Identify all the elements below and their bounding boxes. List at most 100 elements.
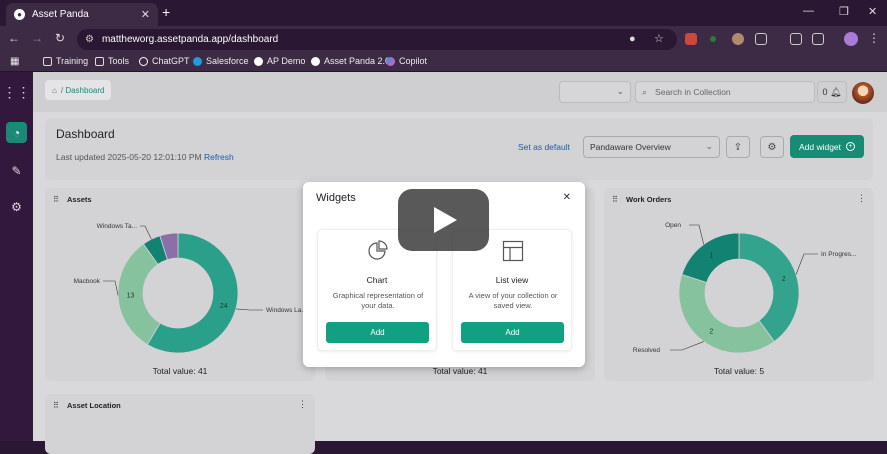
bookmark-label: AP Demo bbox=[267, 56, 306, 66]
salesforce-icon bbox=[193, 56, 202, 66]
data-label: 2 bbox=[709, 329, 713, 336]
browser-toolbar: ← → ↻ ⚙ mattheworg.assetpanda.app/dashbo… bbox=[0, 26, 887, 52]
set-default-link[interactable]: Set as default bbox=[518, 142, 570, 152]
copilot-icon bbox=[386, 56, 395, 66]
panda-icon: ● bbox=[14, 9, 25, 20]
bell-icon: 🔔︎ bbox=[830, 86, 842, 97]
close-tab-icon[interactable]: ✕ bbox=[141, 8, 150, 21]
breadcrumb-separator: / bbox=[60, 85, 64, 95]
bookmarks-bar: ▦ Training Tools ChatGPT Salesforce AP D… bbox=[0, 52, 887, 72]
url-text: mattheworg.assetpanda.app/dashboard bbox=[101, 34, 279, 45]
bookmark-label: Training bbox=[56, 56, 89, 66]
profile-avatar-icon[interactable] bbox=[844, 32, 858, 46]
last-updated: Last updated 2025-05-20 12:01:10 PM Refr… bbox=[56, 152, 234, 162]
back-icon[interactable]: ← bbox=[6, 31, 22, 45]
add-widget-button[interactable]: Add widget + bbox=[790, 135, 864, 158]
bookmark-ap-demo[interactable]: AP Demo bbox=[254, 56, 305, 66]
address-bar[interactable]: ⚙ mattheworg.assetpanda.app/dashboard ● … bbox=[77, 29, 677, 50]
new-tab-button[interactable]: + bbox=[162, 4, 170, 20]
modal-title: Widgets bbox=[316, 192, 356, 204]
reload-icon[interactable]: ↻ bbox=[52, 31, 68, 45]
status-dot-icon bbox=[710, 36, 716, 42]
media-icon[interactable] bbox=[812, 33, 824, 45]
bookmark-salesforce[interactable]: Salesforce bbox=[193, 56, 249, 66]
donut-slice[interactable] bbox=[678, 273, 775, 354]
user-avatar[interactable] bbox=[852, 82, 874, 104]
bookmark-chatgpt[interactable]: ChatGPT bbox=[139, 56, 190, 66]
data-label: 1 bbox=[709, 252, 713, 259]
assets-donut-chart: 24 Windows La... 13 Macbook Windows Ta... bbox=[74, 223, 307, 354]
notification-count: 0 bbox=[822, 87, 828, 97]
gear-icon[interactable]: ⚙ bbox=[6, 196, 27, 217]
minimize-icon[interactable]: — bbox=[803, 5, 814, 17]
widget-title: Asset Location bbox=[67, 401, 121, 410]
extension-panda-icon[interactable]: ● bbox=[629, 33, 636, 45]
apps-grid-icon[interactable]: ▦ bbox=[10, 56, 19, 67]
chatgpt-icon bbox=[139, 56, 148, 66]
play-icon bbox=[434, 207, 457, 233]
dashboard-icon[interactable]: ◔ bbox=[6, 122, 27, 143]
bookmark-training[interactable]: Training bbox=[43, 56, 88, 66]
incognito-icon[interactable] bbox=[790, 33, 802, 45]
add-chart-button[interactable]: Add bbox=[326, 322, 429, 343]
video-play-button[interactable] bbox=[398, 189, 489, 251]
table-layout-icon bbox=[502, 240, 524, 262]
restore-icon[interactable]: ❐ bbox=[839, 5, 849, 18]
drag-handle-icon[interactable]: ⠿ bbox=[53, 401, 59, 410]
extension-avatar-icon[interactable] bbox=[732, 33, 744, 45]
dashboard-view-select[interactable]: Pandaware Overview ⌄ bbox=[583, 136, 720, 158]
option-description: A view of your collection or saved view. bbox=[468, 291, 558, 310]
extensions-puzzle-icon[interactable] bbox=[755, 33, 767, 45]
close-window-icon[interactable]: ✕ bbox=[868, 5, 877, 18]
tab-title: Asset Panda bbox=[32, 9, 89, 20]
widget-total: Total value: 5 bbox=[713, 366, 765, 376]
close-icon[interactable]: ✕ bbox=[563, 192, 571, 203]
menu-kebab-icon[interactable]: ⋮ bbox=[866, 31, 882, 45]
plus-circle-icon: + bbox=[846, 142, 856, 151]
browser-tab-bar: ● Asset Panda ✕ + — ❐ ✕ bbox=[0, 0, 887, 26]
gear-icon: ⚙ bbox=[767, 141, 777, 153]
widget-total: Total value: 41 bbox=[432, 366, 488, 376]
option-name: List view bbox=[495, 275, 529, 285]
bookmark-tools[interactable]: Tools bbox=[95, 56, 129, 66]
search-input[interactable]: ⌕ Search in Collection bbox=[635, 81, 815, 103]
forward-icon[interactable]: → bbox=[29, 31, 45, 45]
panda-icon bbox=[254, 56, 263, 66]
data-label: 24 bbox=[220, 303, 228, 310]
refresh-link[interactable]: Refresh bbox=[204, 152, 234, 162]
app-header: ⌂ / Dashboard ⌄ ⌕ Search in Collection 0… bbox=[33, 72, 887, 112]
bookmark-label: Tools bbox=[108, 56, 130, 66]
calendar-extension-icon[interactable] bbox=[685, 33, 697, 45]
bookmark-label: Copilot bbox=[399, 56, 428, 66]
widget-menu-icon[interactable]: ⋮ bbox=[298, 399, 307, 410]
notifications-button[interactable]: 0 🔔︎ bbox=[817, 81, 847, 103]
bookmark-asset-panda-2[interactable]: Asset Panda 2.0 bbox=[311, 56, 390, 66]
data-label: 2 bbox=[782, 276, 786, 283]
folder-icon bbox=[95, 56, 104, 66]
category-label: Macbook bbox=[74, 278, 101, 285]
collection-select[interactable]: ⌄ bbox=[559, 81, 631, 103]
add-list-view-button[interactable]: Add bbox=[461, 322, 564, 343]
view-selected-value: Pandaware Overview bbox=[590, 142, 671, 152]
panda-icon bbox=[311, 56, 320, 66]
bookmark-label: Asset Panda 2.0 bbox=[324, 56, 391, 66]
share-button[interactable]: ⇪ bbox=[726, 136, 750, 158]
apps-grid-icon[interactable]: ⋮⋮ bbox=[3, 82, 31, 103]
page-title: Dashboard bbox=[56, 127, 115, 141]
category-label: Open bbox=[665, 222, 681, 229]
last-updated-value: 2025-05-20 12:01:10 PM bbox=[107, 152, 202, 162]
settings-button[interactable]: ⚙ bbox=[760, 136, 784, 158]
browser-tab[interactable]: ● Asset Panda ✕ bbox=[6, 3, 158, 26]
work-orders-donut-chart: 2 In Progres... 2 Resolved 1 Open bbox=[633, 222, 857, 354]
site-info-icon[interactable]: ⚙ bbox=[85, 34, 94, 45]
widget-total: Total value: 41 bbox=[152, 366, 208, 376]
chevron-down-icon: ⌄ bbox=[705, 141, 713, 151]
breadcrumb-current[interactable]: Dashboard bbox=[65, 86, 104, 95]
home-icon[interactable]: ⌂ bbox=[52, 86, 57, 95]
data-label: 13 bbox=[127, 292, 135, 299]
bookmark-copilot[interactable]: Copilot bbox=[386, 56, 427, 66]
donut-slice[interactable] bbox=[738, 232, 800, 343]
category-label: Windows La... bbox=[266, 307, 307, 314]
wrench-icon[interactable]: ✎ bbox=[6, 160, 27, 181]
bookmark-star-icon[interactable]: ☆ bbox=[654, 32, 664, 45]
